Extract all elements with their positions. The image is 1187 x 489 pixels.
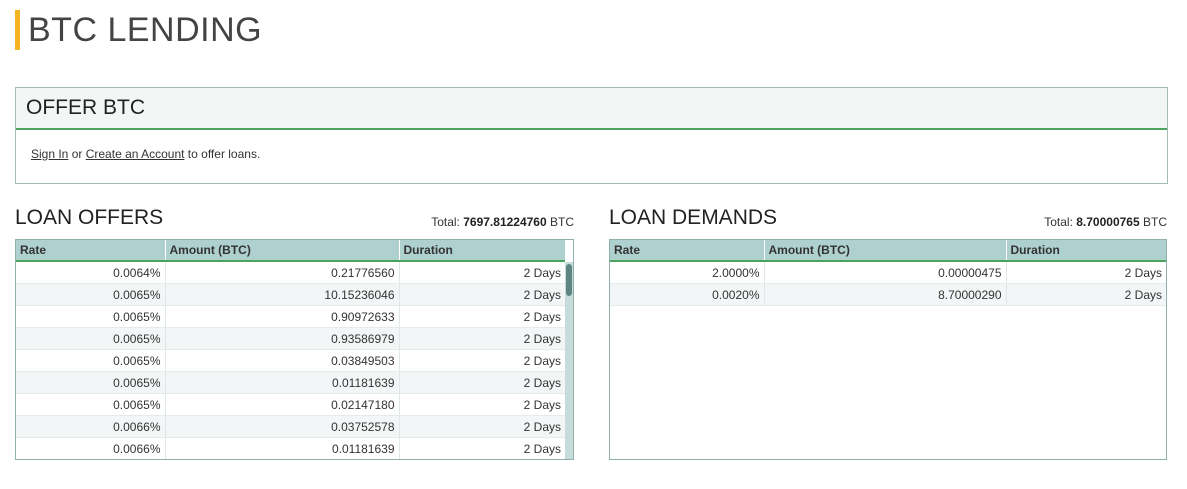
loan-demands-section: LOAN DEMANDS Total: 8.70000765 BTC Rate … xyxy=(609,205,1167,461)
loan-demands-total-value: 8.70000765 xyxy=(1076,215,1140,229)
table-row[interactable]: 0.0066% 0.03752578 2 Days xyxy=(16,415,565,438)
column-header-duration[interactable]: Duration xyxy=(1006,240,1166,262)
column-header-rate[interactable]: Rate xyxy=(610,240,765,262)
offer-btc-message: Sign In or Create an Account to offer lo… xyxy=(16,130,1167,161)
loan-offers-scrollbar[interactable] xyxy=(565,262,573,459)
rate-cell: 0.0065% xyxy=(16,349,166,372)
column-header-amount[interactable]: Amount (BTC) xyxy=(165,240,400,262)
duration-cell: 2 Days xyxy=(399,437,565,459)
loan-offers-section: LOAN OFFERS Total: 7697.81224760 BTC Rat… xyxy=(15,205,574,461)
or-text: or xyxy=(71,147,83,161)
table-row[interactable]: 0.0065% 0.90972633 2 Days xyxy=(16,305,565,328)
table-row[interactable]: 2.0000% 0.00000475 2 Days xyxy=(610,261,1166,284)
loan-demands-total-unit: BTC xyxy=(1143,215,1167,229)
loan-demands-total: Total: 8.70000765 BTC xyxy=(1044,215,1167,229)
loan-offers-total-unit: BTC xyxy=(550,215,574,229)
amount-cell: 0.01181639 xyxy=(165,437,400,459)
table-row[interactable]: 0.0064% 0.21776560 2 Days xyxy=(16,260,565,284)
rate-cell: 0.0066% xyxy=(16,415,166,438)
amount-cell: 0.03752578 xyxy=(165,415,400,438)
table-row[interactable]: 0.0065% 10.15236046 2 Days xyxy=(16,283,565,306)
amount-cell: 0.93586979 xyxy=(165,327,400,350)
create-account-link[interactable]: Create an Account xyxy=(86,147,185,161)
offer-btc-title: OFFER BTC xyxy=(16,88,1167,130)
table-row[interactable]: 0.0066% 0.01181639 2 Days xyxy=(16,437,565,459)
rate-cell: 0.0065% xyxy=(16,371,166,394)
rate-cell: 0.0020% xyxy=(610,283,765,306)
loan-offers-title: LOAN OFFERS xyxy=(15,206,164,229)
duration-cell: 2 Days xyxy=(399,371,565,394)
duration-cell: 2 Days xyxy=(399,327,565,350)
duration-cell: 2 Days xyxy=(399,305,565,328)
offer-suffix-text: to offer loans. xyxy=(187,147,261,161)
amount-cell: 0.02147180 xyxy=(165,393,400,416)
amount-cell: 0.90972633 xyxy=(165,305,400,328)
rate-cell: 0.0065% xyxy=(16,305,166,328)
amount-cell: 0.01181639 xyxy=(165,371,400,394)
amount-cell: 10.15236046 xyxy=(165,283,400,306)
rate-cell: 0.0065% xyxy=(16,327,166,350)
duration-cell: 2 Days xyxy=(399,415,565,438)
duration-cell: 2 Days xyxy=(399,283,565,306)
column-header-duration[interactable]: Duration xyxy=(399,240,565,262)
loan-offers-scroll-thumb[interactable] xyxy=(566,264,572,296)
loan-offers-total: Total: 7697.81224760 BTC xyxy=(431,215,574,229)
loan-offers-total-value: 7697.81224760 xyxy=(463,215,547,229)
table-row[interactable]: 0.0020% 8.70000290 2 Days xyxy=(610,283,1166,306)
column-header-amount[interactable]: Amount (BTC) xyxy=(764,240,1007,262)
duration-cell: 2 Days xyxy=(399,393,565,416)
loan-offers-table[interactable]: Rate Amount (BTC) Duration 0.0064% 0.217… xyxy=(15,239,574,460)
amount-cell: 0.03849503 xyxy=(165,349,400,372)
table-row[interactable]: 0.0065% 0.93586979 2 Days xyxy=(16,327,565,350)
amount-cell: 8.70000290 xyxy=(764,283,1007,306)
duration-cell: 2 Days xyxy=(399,260,565,284)
rate-cell: 0.0065% xyxy=(16,283,166,306)
loan-demands-total-label: Total: xyxy=(1044,215,1073,229)
duration-cell: 2 Days xyxy=(1006,261,1166,284)
rate-cell: 2.0000% xyxy=(610,261,765,284)
loan-offers-header-row: Rate Amount (BTC) Duration xyxy=(16,240,565,262)
duration-cell: 2 Days xyxy=(399,349,565,372)
amount-cell: 0.21776560 xyxy=(165,260,400,284)
amount-cell: 0.00000475 xyxy=(764,261,1007,284)
table-row[interactable]: 0.0065% 0.01181639 2 Days xyxy=(16,371,565,394)
column-header-rate[interactable]: Rate xyxy=(16,240,166,262)
rate-cell: 0.0065% xyxy=(16,393,166,416)
duration-cell: 2 Days xyxy=(1006,283,1166,306)
table-row[interactable]: 0.0065% 0.03849503 2 Days xyxy=(16,349,565,372)
table-row[interactable]: 0.0065% 0.02147180 2 Days xyxy=(16,393,565,416)
rate-cell: 0.0064% xyxy=(16,260,166,284)
rate-cell: 0.0066% xyxy=(16,437,166,459)
page-title: BTC LENDING xyxy=(15,10,262,50)
loan-demands-table[interactable]: Rate Amount (BTC) Duration 2.0000% 0.000… xyxy=(609,239,1167,460)
loan-demands-title: LOAN DEMANDS xyxy=(609,206,778,229)
loan-demands-header-row: Rate Amount (BTC) Duration xyxy=(610,240,1166,262)
sign-in-link[interactable]: Sign In xyxy=(31,147,68,161)
offer-btc-panel: OFFER BTC Sign In or Create an Account t… xyxy=(15,87,1168,184)
loan-offers-total-label: Total: xyxy=(431,215,460,229)
